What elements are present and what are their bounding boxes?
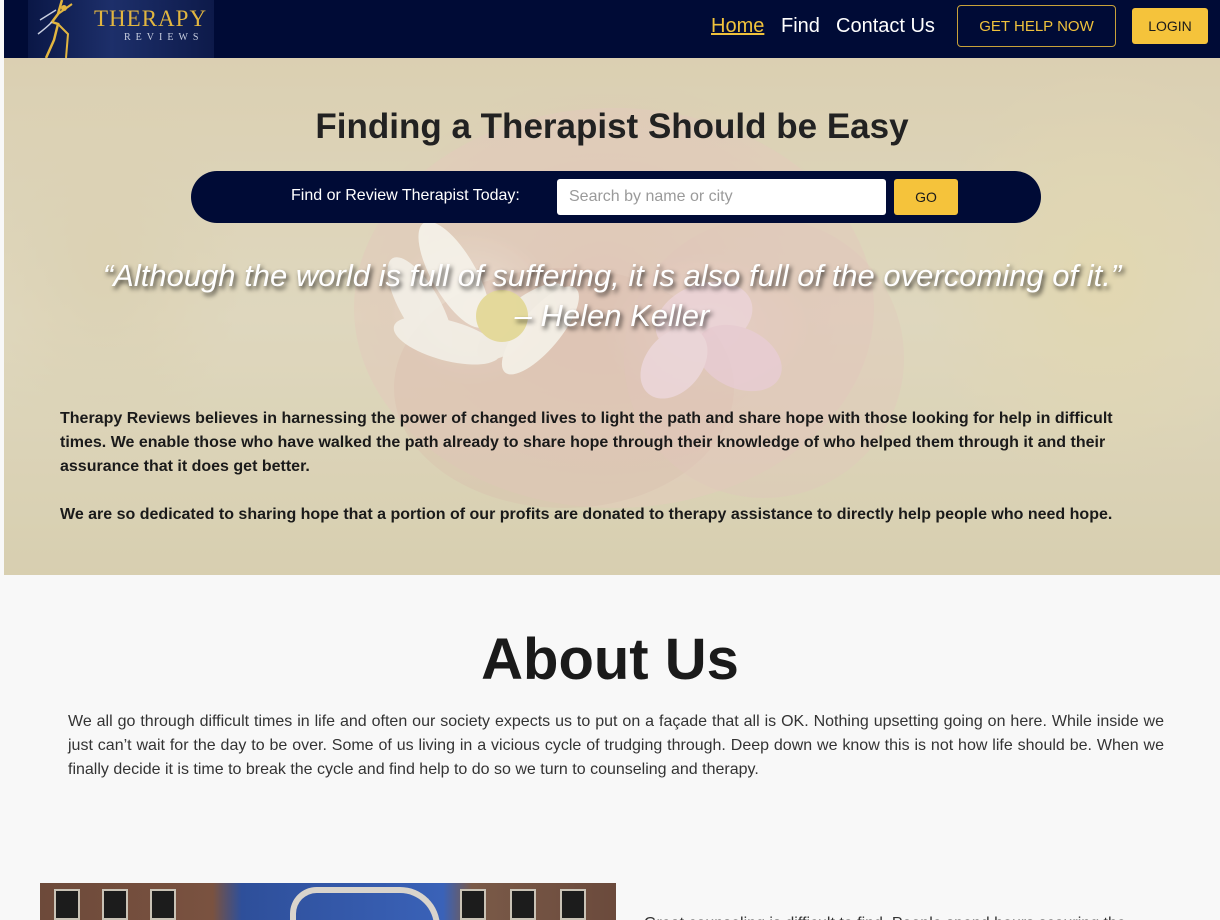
counseling-paragraph: Great counseling is difficult to find. P… [644, 912, 1164, 920]
hero-section: Finding a Therapist Should be Easy Find … [4, 58, 1220, 575]
dancer-figure-icon [37, 0, 73, 58]
search-input[interactable] [557, 179, 886, 215]
top-navbar: THERAPY REVIEWS Home Find Contact Us GET… [4, 0, 1220, 58]
mission-statement: Therapy Reviews believes in harnessing t… [60, 407, 1160, 527]
mission-paragraph: Therapy Reviews believes in harnessing t… [60, 410, 1113, 475]
storefront-photo [40, 883, 616, 920]
search-label: Find or Review Therapist Today: [291, 187, 520, 204]
nav-link-home[interactable]: Home [711, 15, 764, 38]
about-us-heading: About Us [481, 627, 739, 692]
mission-paragraph: We are so dedicated to sharing hope that… [60, 506, 1113, 523]
quote-author: – Helen Keller [514, 298, 710, 333]
search-bar: Find or Review Therapist Today: GO [191, 171, 1041, 223]
logo-main-text: THERAPY [94, 6, 208, 31]
quote-text: “Although the world is full of suffering… [102, 258, 1122, 293]
quote-block: “Although the world is full of suffering… [84, 256, 1140, 336]
hero-title: Finding a Therapist Should be Easy [315, 107, 909, 146]
site-logo[interactable]: THERAPY REVIEWS [28, 0, 214, 58]
nav-link-find[interactable]: Find [781, 15, 820, 38]
about-us-paragraph: We all go through difficult times in lif… [68, 713, 1164, 778]
get-help-now-button[interactable]: GET HELP NOW [957, 5, 1116, 47]
login-button[interactable]: LOGIN [1132, 8, 1208, 44]
nav-link-contact[interactable]: Contact Us [836, 15, 935, 38]
logo-sub-text: REVIEWS [124, 32, 204, 43]
go-button[interactable]: GO [894, 179, 958, 215]
